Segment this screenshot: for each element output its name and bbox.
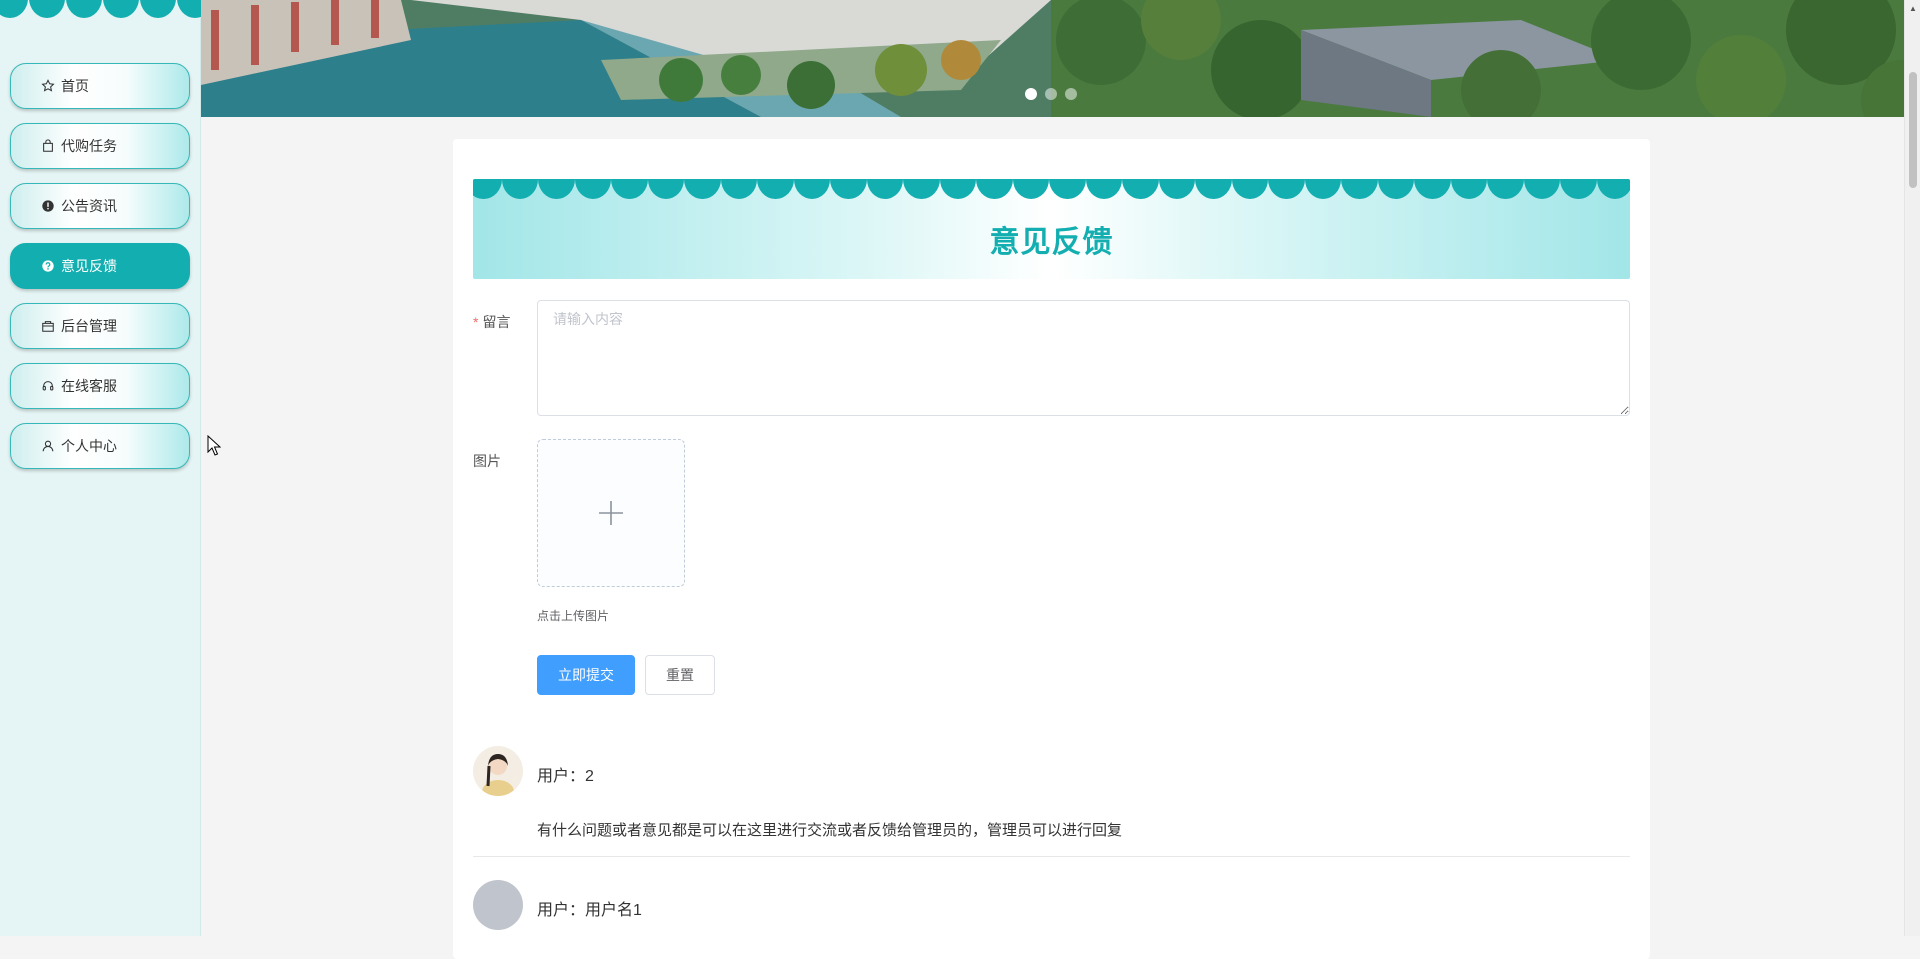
headset-icon <box>41 379 55 393</box>
reset-button[interactable]: 重置 <box>645 655 715 695</box>
page-title-banner: 意见反馈 <box>473 179 1630 279</box>
feedback-card: 意见反馈 *留言 图片 点击上传图片 立即提交 重置 用户：2 <box>453 139 1650 959</box>
sidebar: 首页 代购任务 公告资讯 意见反馈 后台管理 在线客服 个人中心 <box>0 0 213 936</box>
avatar <box>473 880 523 930</box>
sidebar-item-admin[interactable]: 后台管理 <box>10 303 190 349</box>
carousel-indicators <box>1025 88 1077 100</box>
sidebar-item-label: 代购任务 <box>61 138 117 154</box>
image-upload-area[interactable] <box>537 439 685 587</box>
scrollbar-thumb[interactable] <box>1909 72 1917 188</box>
upload-tip: 点击上传图片 <box>537 609 610 623</box>
sidebar-item-label: 个人中心 <box>61 438 117 454</box>
comment-user: 用户：用户名1 <box>537 902 642 919</box>
image-label: 图片 <box>473 453 501 469</box>
sidebar-item-label: 首页 <box>61 78 89 94</box>
box-icon <box>41 319 55 333</box>
sidebar-item-label: 公告资讯 <box>61 198 117 214</box>
comment-text: 有什么问题或者意见都是可以在这里进行交流或者反馈给管理员的，管理员可以进行回复 <box>537 822 1123 839</box>
mouse-cursor-icon <box>207 435 221 456</box>
sidebar-item-profile[interactable]: 个人中心 <box>10 423 190 469</box>
carousel-dot-3[interactable] <box>1065 88 1077 100</box>
title-scallop-decoration <box>473 179 1630 199</box>
sidebar-item-home[interactable]: 首页 <box>10 63 190 109</box>
submit-button[interactable]: 立即提交 <box>537 655 635 695</box>
sidebar-item-purchase-tasks[interactable]: 代购任务 <box>10 123 190 169</box>
sidebar-item-feedback[interactable]: 意见反馈 <box>10 243 190 289</box>
sidebar-item-announcements[interactable]: 公告资讯 <box>10 183 190 229</box>
required-mark: * <box>473 314 479 330</box>
bag-icon <box>41 139 55 153</box>
sidebar-nav: 首页 代购任务 公告资讯 意见反馈 后台管理 在线客服 个人中心 <box>10 63 190 483</box>
message-textarea[interactable] <box>537 300 1630 416</box>
form-actions: 立即提交 重置 <box>537 655 715 695</box>
sidebar-item-label: 后台管理 <box>61 318 117 334</box>
page-scrollbar[interactable]: ▲ <box>1904 0 1920 936</box>
user-icon <box>41 439 55 453</box>
carousel-dot-1[interactable] <box>1025 88 1037 100</box>
scroll-up-arrow-icon[interactable]: ▲ <box>1905 0 1920 16</box>
sidebar-item-label: 意见反馈 <box>61 258 117 274</box>
banner-carousel[interactable] <box>201 0 1904 117</box>
sidebar-item-customer-service[interactable]: 在线客服 <box>10 363 190 409</box>
question-icon <box>41 259 55 273</box>
message-label: * 留言 <box>473 314 511 330</box>
plus-icon <box>599 501 623 525</box>
page-title: 意见反馈 <box>989 226 1114 259</box>
message-form-row: * 留言 <box>473 300 1630 416</box>
sidebar-item-label: 在线客服 <box>61 378 117 394</box>
sidebar-scallop-decoration <box>0 0 213 18</box>
comment-user: 用户：2 <box>537 768 594 785</box>
info-icon <box>41 199 55 213</box>
image-form-row: 图片 <box>473 439 685 587</box>
star-icon <box>41 79 55 93</box>
avatar <box>473 746 523 796</box>
comment-divider <box>473 856 1630 857</box>
carousel-dot-2[interactable] <box>1045 88 1057 100</box>
